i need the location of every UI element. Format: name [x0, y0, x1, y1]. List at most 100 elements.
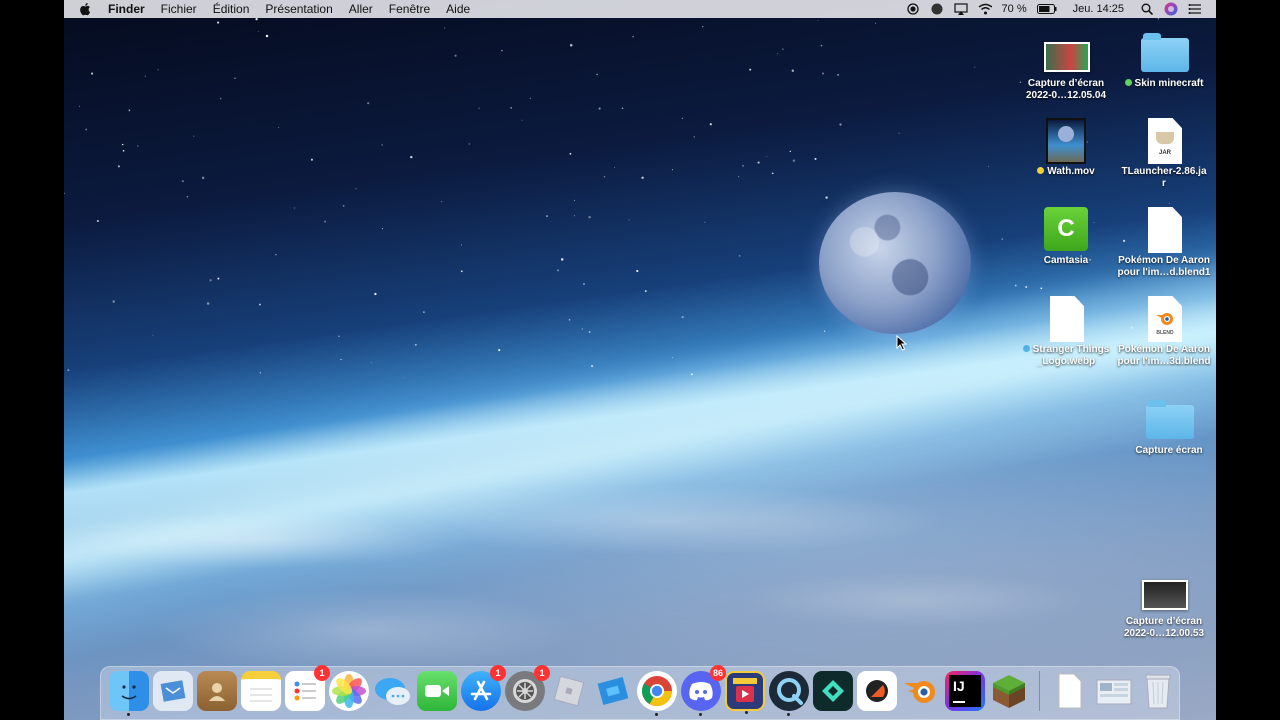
dock-photos[interactable]: [329, 671, 369, 711]
app-store-icon: [470, 680, 492, 701]
clock[interactable]: Jeu. 14:25: [1073, 3, 1124, 15]
star: [766, 155, 768, 157]
desktop-icon-screenshot-1[interactable]: Capture d’écran 2022-0…12.05.04: [1016, 30, 1116, 102]
star: [820, 44, 823, 47]
star: [91, 72, 94, 75]
desktop-icon-pokemon-blend[interactable]: BLEND Pokémon De Aaron pour l'im…3d.blen…: [1114, 296, 1214, 368]
icon-label-2: pour l'im…d.blend1: [1117, 267, 1211, 278]
star: [1168, 202, 1170, 204]
star: [193, 135, 195, 137]
dock-facetime[interactable]: [417, 671, 457, 711]
star: [614, 166, 616, 168]
siri-icon[interactable]: [1164, 2, 1178, 16]
star: [206, 302, 210, 305]
dock-documents-stack[interactable]: [1050, 671, 1090, 711]
apple-icon[interactable]: [78, 2, 92, 16]
desktop[interactable]: Finder Fichier Édition Présentation Alle…: [64, 0, 1216, 720]
desktop-icon-tlauncher-jar[interactable]: JAR TLauncher-2.86.ja r: [1114, 118, 1214, 190]
star: [441, 201, 443, 203]
dock-intellij[interactable]: IJ: [945, 671, 985, 711]
screenshot-thumbnail-icon: [1142, 580, 1188, 610]
dock-reminders[interactable]: 1: [285, 665, 330, 711]
star: [186, 195, 189, 198]
dock-chrome[interactable]: [637, 671, 677, 716]
dock-downloads-stack[interactable]: [1094, 671, 1134, 711]
menu-aide[interactable]: Aide: [438, 0, 478, 18]
wifi-icon[interactable]: [978, 2, 992, 16]
star: [671, 169, 673, 171]
star: [342, 204, 345, 207]
menu-aller[interactable]: Aller: [341, 0, 381, 18]
icon-label: Camtasia: [1043, 255, 1089, 266]
star: [742, 165, 744, 167]
star: [137, 145, 139, 147]
desktop-icon-skin-minecraft[interactable]: Skin minecraft: [1114, 30, 1214, 90]
star: [217, 277, 220, 280]
dock-blender[interactable]: [901, 671, 941, 711]
dock-filmora[interactable]: [813, 671, 853, 711]
dock-pokemon-tv[interactable]: [725, 671, 765, 714]
star: [621, 107, 624, 109]
dock-messages[interactable]: [373, 671, 413, 711]
roblox-studio-icon: [597, 677, 629, 705]
star: [258, 303, 261, 306]
dock-contacts[interactable]: [197, 671, 237, 711]
star: [702, 26, 704, 28]
desktop-icon-screenshot-2[interactable]: Capture d’écran 2022-0…12.00.53: [1114, 568, 1214, 640]
dock-roblox[interactable]: [549, 671, 589, 711]
minecraft-icon: [993, 675, 1025, 708]
record-icon[interactable]: [906, 2, 920, 16]
star: [821, 72, 825, 75]
menu-fichier[interactable]: Fichier: [153, 0, 205, 18]
circle-icon[interactable]: [930, 2, 944, 16]
menu-presentation[interactable]: Présentation: [257, 0, 340, 18]
star: [310, 158, 313, 161]
dock-minecraft[interactable]: [989, 671, 1029, 711]
star: [128, 109, 131, 112]
star: [988, 165, 990, 167]
dock-notes[interactable]: [241, 671, 281, 711]
blender-icon: [904, 681, 935, 703]
star: [590, 364, 594, 368]
control-center-icon[interactable]: [1188, 2, 1202, 16]
desktop-icon-camtasia[interactable]: C Camtasia: [1016, 207, 1116, 267]
star: [122, 149, 125, 152]
icon-label-2: pour l'im…3d.blend: [1117, 356, 1211, 367]
dock-trash[interactable]: [1138, 671, 1178, 711]
star: [632, 36, 634, 38]
icon-label: Pokémon De Aaron: [1118, 255, 1210, 266]
star: [644, 290, 647, 293]
battery-icon[interactable]: [1036, 2, 1057, 16]
star: [791, 69, 795, 72]
search-icon[interactable]: [1140, 2, 1154, 16]
dock-app-store[interactable]: 1: [461, 665, 506, 711]
dock-quicktime[interactable]: [769, 671, 809, 716]
photos-icon: [332, 674, 366, 708]
desktop-icon-pokemon-blend1[interactable]: Pokémon De Aaron pour l'im…d.blend1: [1114, 207, 1214, 279]
dock-mail[interactable]: [153, 671, 193, 711]
menu-fenetre[interactable]: Fenêtre: [381, 0, 438, 18]
icon-label: Stranger Things: [1032, 344, 1110, 355]
star: [255, 17, 258, 21]
airplay-icon[interactable]: [953, 2, 968, 16]
finder-icon: [121, 685, 137, 700]
menu-app-name[interactable]: Finder: [100, 0, 153, 18]
desktop-icon-wath-mov[interactable]: Wath.mov: [1016, 118, 1116, 178]
dock-bezel[interactable]: [857, 671, 897, 711]
pokemon-tv-icon: [733, 678, 757, 702]
dock-roblox-studio[interactable]: [593, 671, 633, 711]
movie-thumbnail-icon: [1046, 118, 1086, 164]
document-icon: [1050, 296, 1084, 342]
star: [569, 152, 572, 155]
dock-discord[interactable]: 86: [681, 665, 726, 716]
desktop-icon-capture-ecran-folder[interactable]: Capture écran: [1119, 397, 1216, 457]
star: [144, 75, 146, 77]
icon-label: TLauncher-2.86.ja: [1121, 166, 1207, 177]
bezel-icon: [866, 680, 888, 702]
star: [681, 117, 684, 120]
desktop-icon-stranger-things[interactable]: Stranger Things _Logo.webp: [1016, 296, 1116, 368]
dock-system-preferences[interactable]: 1: [505, 665, 550, 711]
dock-finder[interactable]: [109, 671, 149, 716]
star: [825, 196, 828, 199]
menu-edition[interactable]: Édition: [205, 0, 258, 18]
